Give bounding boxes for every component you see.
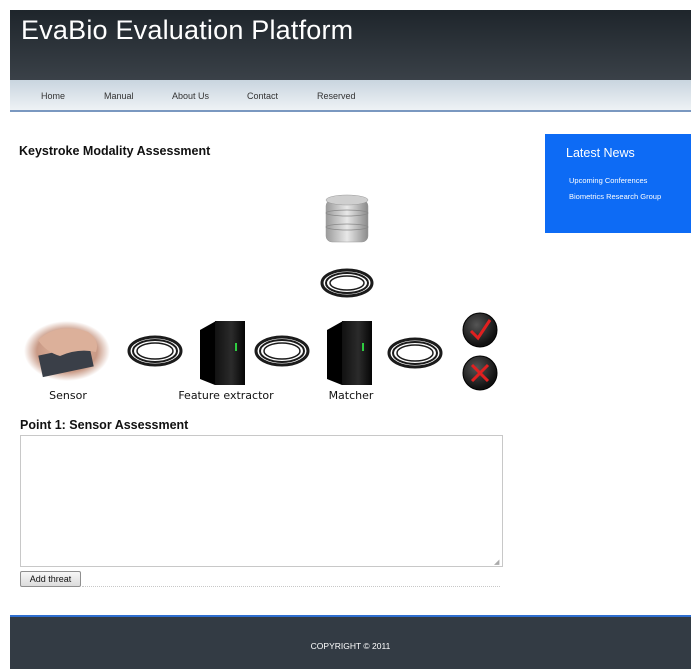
cable-icon [127,335,183,367]
cable-icon [387,337,443,369]
cable-icon [320,268,374,298]
close-icon [462,355,498,391]
server-icon [200,321,245,385]
news-link-research-group[interactable]: Biometrics Research Group [569,192,661,201]
feature-extractor-label: Feature extractor [178,389,274,402]
site-title: EvaBio Evaluation Platform [21,15,354,45]
latest-news-panel: Latest News Upcoming Conferences Biometr… [545,134,691,233]
copyright-text: COPYRIGHT © 2011 [310,641,391,651]
nav-home[interactable]: Home [41,91,65,101]
cable-icon [254,335,310,367]
resize-grip-icon[interactable]: ◢ [494,559,499,566]
site-header: EvaBio Evaluation Platform [10,10,691,80]
nav-contact[interactable]: Contact [247,91,278,101]
keyboard-hand-icon [24,321,110,381]
main-nav: Home Manual About Us Contact Reserved [10,80,691,112]
database-icon [325,194,369,243]
threat-textarea[interactable] [20,435,503,567]
add-threat-button[interactable]: Add threat [20,571,81,587]
server-icon [327,321,372,385]
nav-manual[interactable]: Manual [104,91,134,101]
page-title: Keystroke Modality Assessment [19,144,211,158]
news-link-conferences[interactable]: Upcoming Conferences [569,176,647,185]
point-title: Point 1: Sensor Assessment [20,418,189,432]
biometric-system-diagram: Sensor Feature extractor Matcher [18,190,508,408]
nav-reserved[interactable]: Reserved [317,91,356,101]
site-footer: COPYRIGHT © 2011 [10,615,691,669]
news-title: Latest News [566,146,635,160]
divider [82,586,500,587]
check-icon [462,312,498,348]
nav-about-us[interactable]: About Us [172,91,209,101]
matcher-label: Matcher [329,389,374,402]
sensor-label: Sensor [49,389,87,402]
